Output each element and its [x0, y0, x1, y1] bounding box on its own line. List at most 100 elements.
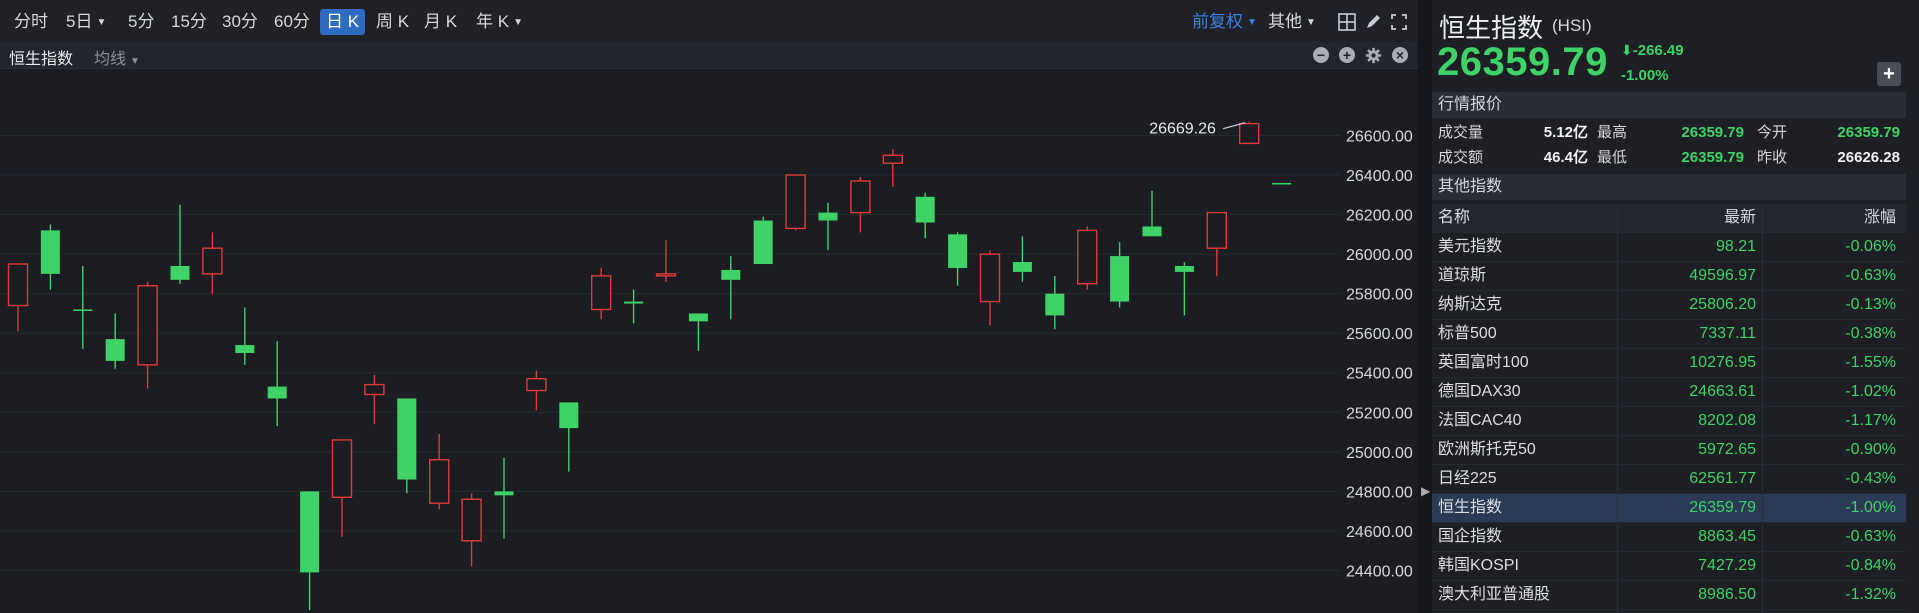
table-row[interactable]: 国企指数 8863.45 -0.63% [1432, 523, 1906, 552]
index-last: 62561.77 [1689, 470, 1756, 487]
candle-body [331, 439, 353, 499]
index-change: -0.84% [1845, 557, 1896, 574]
table-row[interactable]: 英国富时100 10276.95 -1.55% [1432, 349, 1906, 378]
tab-period-5min[interactable]: 5分 [122, 9, 160, 35]
collapse-arrow-icon[interactable]: ▶ [1421, 484, 1430, 498]
index-name: 道琼斯 [1438, 267, 1487, 284]
other-dropdown[interactable]: 其他 ▼ [1262, 9, 1322, 35]
prev-close-label: 昨收 [1757, 149, 1788, 166]
ma-dropdown[interactable]: 均线 ▼ [94, 45, 140, 69]
index-last: 8202.08 [1698, 412, 1756, 429]
tab-period-month-k[interactable]: 月 K [418, 9, 463, 35]
table-row[interactable]: 欧洲斯托克50 5972.65 -0.90% [1432, 436, 1906, 465]
chevron-down-icon: ▼ [1247, 16, 1257, 28]
chart-title: 恒生指数 [9, 51, 74, 68]
y-tick-label: 26000.00 [1346, 247, 1413, 264]
candle-body [915, 196, 935, 223]
table-row[interactable]: 德国DAX30 24663.61 -1.02% [1432, 378, 1906, 407]
y-tick-label: 25600.00 [1346, 326, 1413, 343]
index-name: 美元指数 [1438, 238, 1503, 255]
candle-body [721, 269, 741, 280]
y-tick-label: 25400.00 [1346, 366, 1413, 383]
y-tick-label: 24800.00 [1346, 484, 1413, 501]
minus-circle-icon[interactable]: − [1313, 47, 1329, 63]
tab-period-year-k[interactable]: 年 K ▼ [470, 9, 529, 35]
candle [202, 232, 223, 294]
tab-period-fenshi[interactable]: 分时 [8, 9, 54, 35]
header-change[interactable]: 涨幅 [1864, 204, 1896, 232]
table-row[interactable]: 法国CAC40 8202.08 -1.17% [1432, 407, 1906, 436]
index-change: -0.38% [1845, 325, 1896, 342]
candle [429, 434, 450, 510]
candle [7, 263, 29, 332]
index-last: 25806.20 [1689, 296, 1756, 313]
period-toolbar: 分时 5日 ▼ 5分 15分 30分 60分 日 K 周 K 月 K 年 K ▼ 前… [0, 0, 1418, 42]
panel-divider[interactable]: ▶ [1418, 0, 1432, 613]
candle-body [300, 491, 320, 573]
index-change: -1.55% [1845, 354, 1896, 371]
y-tick-label: 25000.00 [1346, 445, 1413, 462]
tab-period-week-k[interactable]: 周 K [370, 9, 415, 35]
candle [235, 307, 255, 365]
candle [785, 174, 806, 231]
tab-period-30min[interactable]: 30分 [216, 9, 264, 35]
index-change: -0.63% [1845, 267, 1896, 284]
candle-body [1206, 211, 1228, 249]
low-value: 26359.79 [1681, 149, 1744, 166]
candle-body [7, 263, 29, 307]
candle [1012, 236, 1032, 282]
candle-body [979, 253, 1001, 303]
table-row[interactable]: 恒生指数 26359.79 -1.00% [1432, 494, 1906, 523]
y-tick-label: 25800.00 [1346, 287, 1413, 304]
candle-body [1076, 229, 1098, 285]
pen-icon[interactable] [1364, 13, 1382, 31]
y-tick-label: 25200.00 [1346, 405, 1413, 422]
table-row[interactable]: 美元指数 98.21 -0.06% [1432, 233, 1906, 262]
index-name: 法国CAC40 [1438, 412, 1522, 429]
quote-price: 26359.79 [1437, 40, 1608, 84]
add-watchlist-button[interactable]: + [1877, 62, 1901, 86]
candle-body [624, 301, 644, 304]
amount-label: 成交额 [1438, 149, 1484, 166]
amount-value: 46.4亿 [1543, 149, 1588, 166]
table-row[interactable]: 澳大利亚普通股 8986.50 -1.32% [1432, 581, 1906, 610]
tab-period-5day[interactable]: 5日 ▼ [60, 9, 112, 35]
tab-period-60min[interactable]: 60分 [268, 9, 316, 35]
candle-body [655, 273, 677, 277]
header-last[interactable]: 最新 [1724, 204, 1756, 232]
stats-row-1: 成交量 5.12亿 最高 26359.79 今开 26359.79 [1432, 120, 1906, 146]
table-row[interactable]: 韩国KOSPI 7427.29 -0.84% [1432, 552, 1906, 581]
candle [624, 289, 644, 324]
header-name[interactable]: 名称 [1438, 204, 1470, 232]
candlestick-chart: 24400.00 24600.00 24800.00 25000.00 25200.00… [0, 121, 1413, 613]
chart-subbar: 恒生指数 均线 ▼ − + × [0, 42, 1418, 69]
gear-icon[interactable] [1365, 47, 1382, 64]
index-name: 国企指数 [1438, 528, 1503, 545]
candle-body [1012, 262, 1032, 272]
tab-period-15min[interactable]: 15分 [165, 9, 213, 35]
candle [1142, 190, 1162, 237]
candle [850, 177, 871, 233]
candle [267, 341, 287, 427]
tab-period-day-k[interactable]: 日 K [320, 9, 366, 35]
candle [526, 370, 547, 411]
candle-body [494, 491, 514, 496]
table-row[interactable]: 纳斯达克 25806.20 -0.13% [1432, 291, 1906, 320]
section-market-header: 行情报价 [1432, 92, 1906, 118]
index-name: 纳斯达克 [1438, 296, 1503, 313]
candle-body [591, 275, 612, 311]
table-row[interactable]: 日经225 62561.77 -0.43% [1432, 465, 1906, 494]
grid-icon[interactable] [1338, 13, 1356, 31]
candle [688, 313, 708, 351]
table-row[interactable]: 标普500 7337.11 -0.38% [1432, 320, 1906, 349]
candle-body [429, 459, 450, 504]
fullscreen-icon[interactable] [1390, 13, 1408, 31]
candle-body [1045, 293, 1065, 316]
index-last: 26359.79 [1689, 499, 1756, 516]
plus-circle-icon[interactable]: + [1339, 47, 1355, 63]
adjust-dropdown[interactable]: 前复权 ▼ [1186, 9, 1263, 35]
close-circle-icon[interactable]: × [1392, 47, 1408, 63]
candle [753, 216, 773, 265]
candle-body [948, 234, 968, 268]
table-row[interactable]: 道琼斯 49596.97 -0.63% [1432, 262, 1906, 291]
